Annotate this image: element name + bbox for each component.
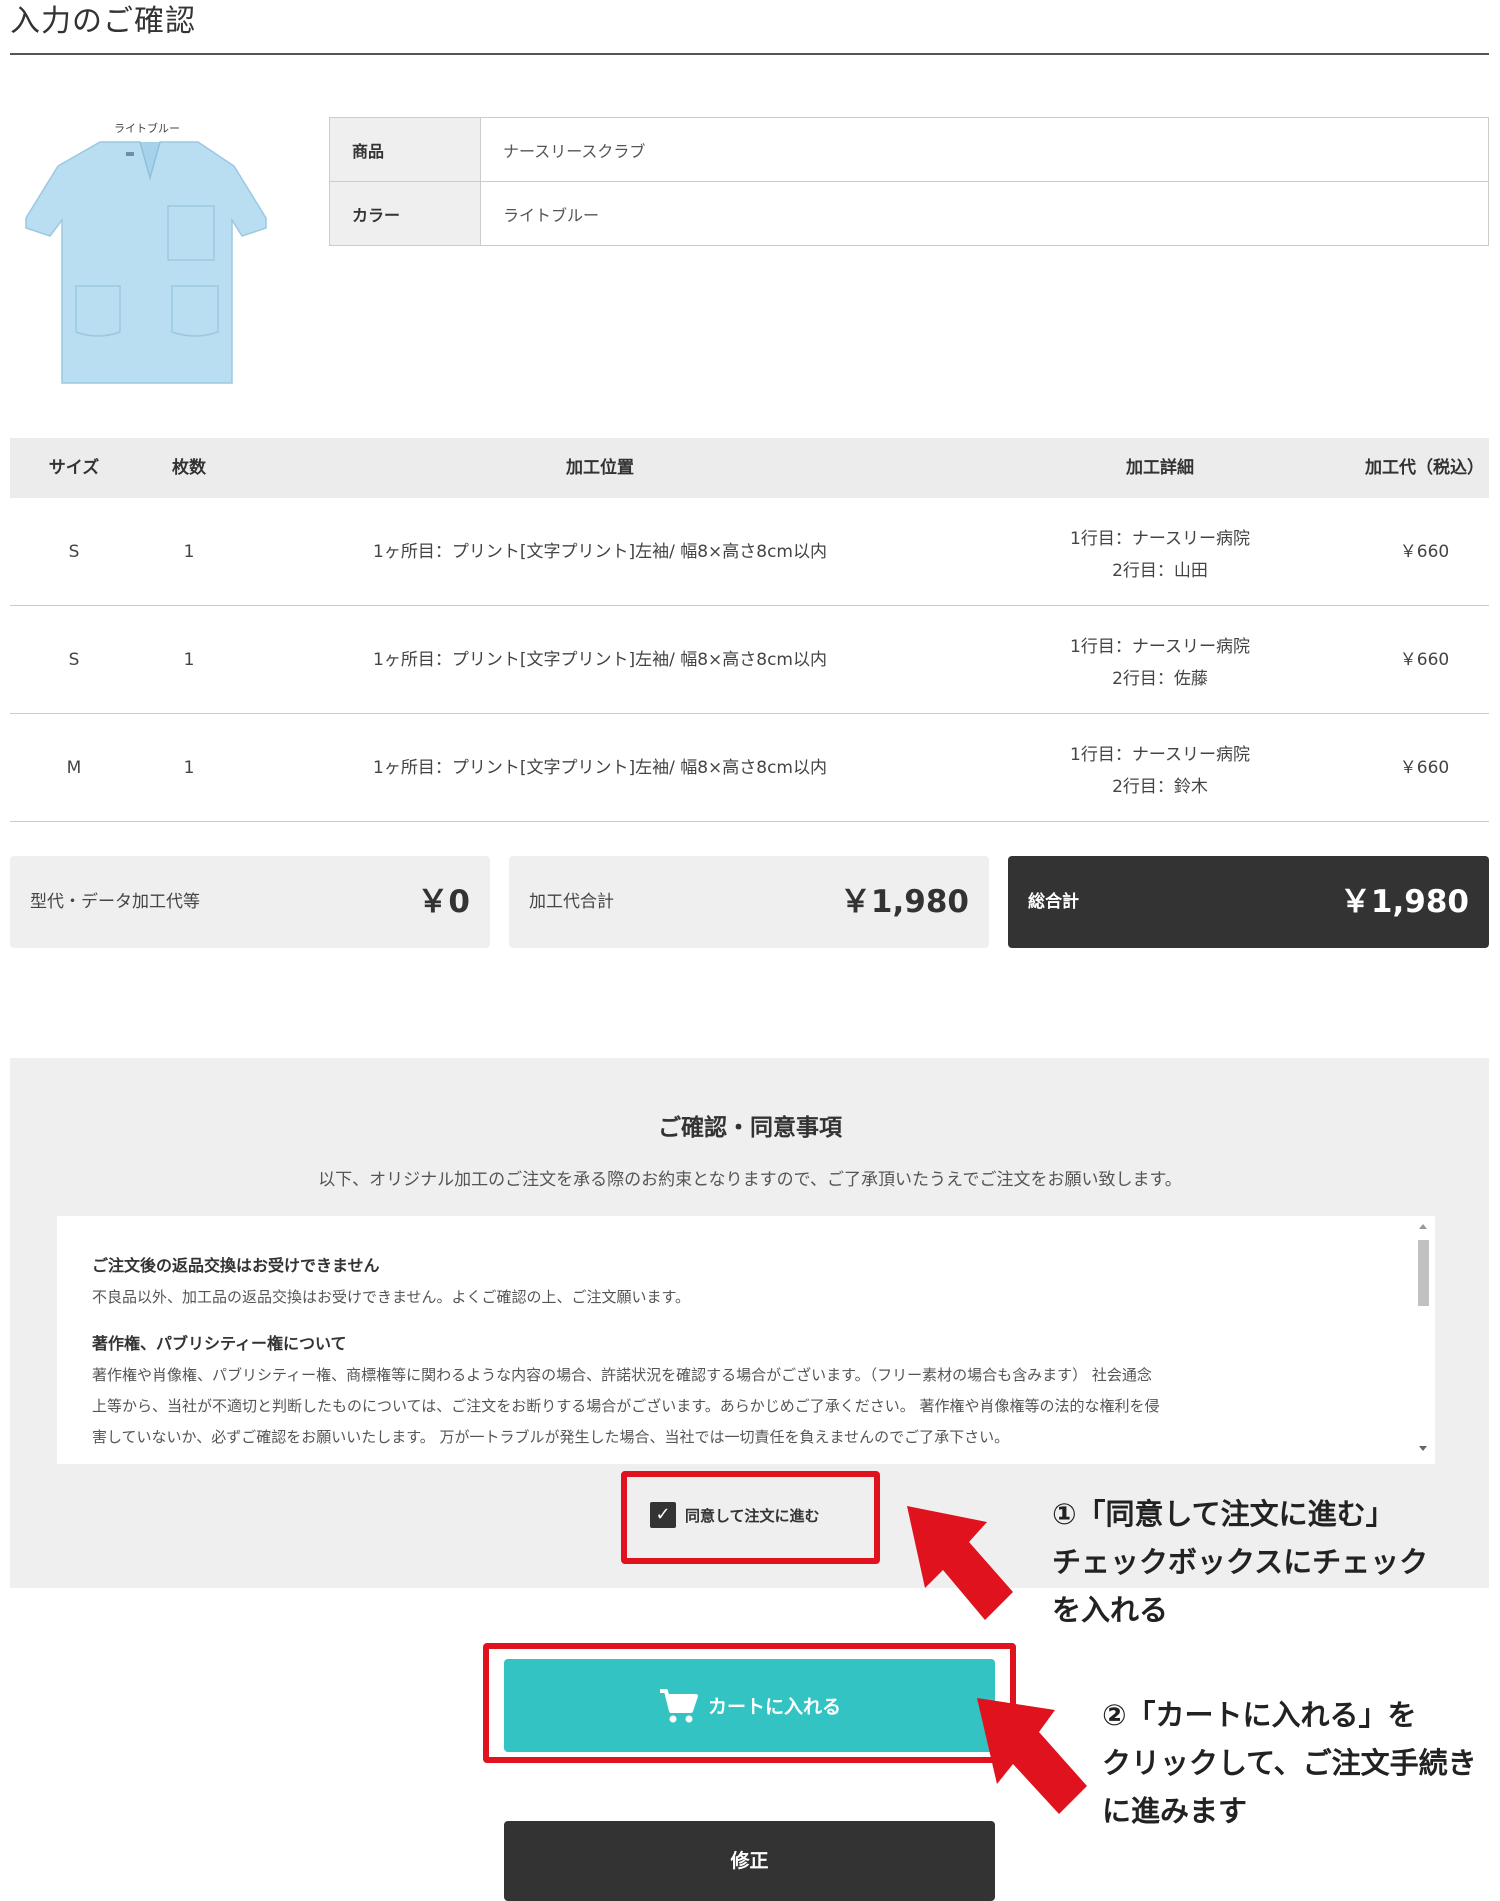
- total-amount: ￥0: [417, 884, 470, 920]
- total-label: 総合計: [1028, 892, 1079, 912]
- title-divider: [10, 53, 1489, 55]
- fix-button[interactable]: 修正: [504, 1821, 995, 1901]
- total-label: 型代・データ加工代等: [30, 892, 200, 912]
- arrow-to-checkbox-icon: [907, 1506, 1013, 1620]
- terms-text: 不良品以外、加工品の返品交換はお受けできません。よくご確認の上、ご注文願います。: [92, 1288, 691, 1306]
- cell-detail-line2: 2行目：山田: [1112, 561, 1208, 581]
- cell-detail-line1: 1行目：ナースリー病院: [1070, 637, 1250, 657]
- processing-table-header: サイズ 枚数 加工位置 加工詳細 加工代（税込）: [10, 438, 1489, 498]
- info-key: カラー: [329, 181, 481, 246]
- grand-total-box: 総合計 ￥1,980: [1008, 856, 1489, 948]
- terms-scroll-box[interactable]: ご注文後の返品交換はお受けできません 不良品以外、加工品の返品交換はお受けできま…: [57, 1216, 1435, 1464]
- consent-subtitle: 以下、オリジナル加工のご注文を承る際のお約束となりますので、ご了承頂いたうえでご…: [318, 1170, 1182, 1190]
- product-info-table: 商品 ナースリースクラブ カラー ライトブルー: [329, 117, 1489, 246]
- cell-qty: 1: [183, 650, 195, 670]
- instruction-note-1: ①「同意して注文に進む」 チェックボックスにチェック を入れる: [1052, 1490, 1428, 1634]
- image-caption: ライトブルー: [114, 122, 180, 135]
- info-value: ライトブルー: [480, 181, 1489, 246]
- terms-line: 上等から、当社が不適切と判断したものについては、ご注文をお断りする場合がございま…: [92, 1397, 1160, 1415]
- arrow-to-cart-button-icon: [977, 1698, 1087, 1814]
- cell-detail-line1: 1行目：ナースリー病院: [1070, 745, 1250, 765]
- instruction-note-2: ②「カートに入れる」を クリックして、ご注文手続き に進みます: [1102, 1691, 1477, 1835]
- total-amount: ￥1,980: [1339, 884, 1469, 920]
- table-row: S 1 1ヶ所目：プリント[文字プリント]左袖/ 幅8×高さ8cm以内 1行目：…: [10, 606, 1489, 714]
- product-image: ライトブルー: [22, 118, 272, 393]
- cell-fee: ￥660: [1399, 758, 1450, 778]
- info-value: ナースリースクラブ: [480, 117, 1489, 182]
- mold-data-fee-box: 型代・データ加工代等 ￥0: [10, 856, 490, 948]
- scroll-up-arrow-icon[interactable]: [1419, 1224, 1427, 1229]
- note-line: クリックして、ご注文手続き: [1102, 1746, 1477, 1780]
- note-line: を入れる: [1052, 1593, 1169, 1627]
- header-position: 加工位置: [566, 458, 634, 478]
- terms-heading: ご注文後の返品交換はお受けできません: [92, 1256, 380, 1275]
- cell-fee: ￥660: [1399, 542, 1450, 562]
- cell-detail-line2: 2行目：鈴木: [1112, 777, 1208, 797]
- cell-size: S: [68, 542, 80, 562]
- terms-heading: 著作権、パブリシティー権について: [92, 1334, 347, 1353]
- cell-position: 1ヶ所目：プリント[文字プリント]左袖/ 幅8×高さ8cm以内: [373, 758, 827, 778]
- cell-detail-line2: 2行目：佐藤: [1112, 669, 1208, 689]
- cell-qty: 1: [183, 758, 195, 778]
- total-label: 加工代合計: [529, 892, 614, 912]
- info-row-product: 商品 ナースリースクラブ: [329, 117, 1489, 182]
- info-key: 商品: [329, 117, 481, 182]
- scroll-down-arrow-icon[interactable]: [1419, 1446, 1427, 1451]
- info-row-color: カラー ライトブルー: [329, 181, 1489, 246]
- scrub-shirt-illustration: [25, 141, 267, 384]
- total-amount: ￥1,980: [839, 884, 969, 920]
- terms-line: 害していないか、必ずご確認をお願いいたします。 万が一トラブルが発生した場合、当…: [92, 1428, 1010, 1446]
- cell-position: 1ヶ所目：プリント[文字プリント]左袖/ 幅8×高さ8cm以内: [373, 542, 827, 562]
- cell-qty: 1: [183, 542, 195, 562]
- cart-button-highlight-frame: [483, 1643, 1016, 1763]
- note-line: ①「同意して注文に進む」: [1052, 1497, 1395, 1531]
- cell-position: 1ヶ所目：プリント[文字プリント]左袖/ 幅8×高さ8cm以内: [373, 650, 827, 670]
- note-line: に進みます: [1102, 1794, 1248, 1828]
- terms-line: 著作権や肖像権、パブリシティー権、商標権等に関わるような内容の場合、許諾状況を確…: [92, 1366, 1152, 1384]
- header-detail: 加工詳細: [1126, 458, 1194, 478]
- header-fee: 加工代（税込）: [1365, 458, 1484, 478]
- note-line: チェックボックスにチェック: [1052, 1545, 1429, 1579]
- terms-text-block: 著作権や肖像権、パブリシティー権、商標権等に関わるような内容の場合、許諾状況を確…: [92, 1360, 1392, 1453]
- cell-size: M: [66, 758, 82, 778]
- scroll-thumb[interactable]: [1418, 1240, 1429, 1306]
- header-size: サイズ: [48, 458, 100, 478]
- page-title: 入力のご確認: [10, 4, 196, 39]
- header-qty: 枚数: [172, 458, 206, 478]
- processing-fee-total-box: 加工代合計 ￥1,980: [509, 856, 989, 948]
- note-line: ②「カートに入れる」を: [1102, 1698, 1417, 1732]
- consent-title: ご確認・同意事項: [658, 1115, 842, 1141]
- table-row: S 1 1ヶ所目：プリント[文字プリント]左袖/ 幅8×高さ8cm以内 1行目：…: [10, 498, 1489, 606]
- terms-scrollbar[interactable]: [1413, 1216, 1433, 1464]
- fix-button-label[interactable]: 修正: [730, 1850, 768, 1872]
- cell-fee: ￥660: [1399, 650, 1450, 670]
- cell-detail-line1: 1行目：ナースリー病院: [1070, 529, 1250, 549]
- table-row: M 1 1ヶ所目：プリント[文字プリント]左袖/ 幅8×高さ8cm以内 1行目：…: [10, 714, 1489, 822]
- cell-size: S: [68, 650, 80, 670]
- checkbox-highlight-frame: [621, 1471, 880, 1564]
